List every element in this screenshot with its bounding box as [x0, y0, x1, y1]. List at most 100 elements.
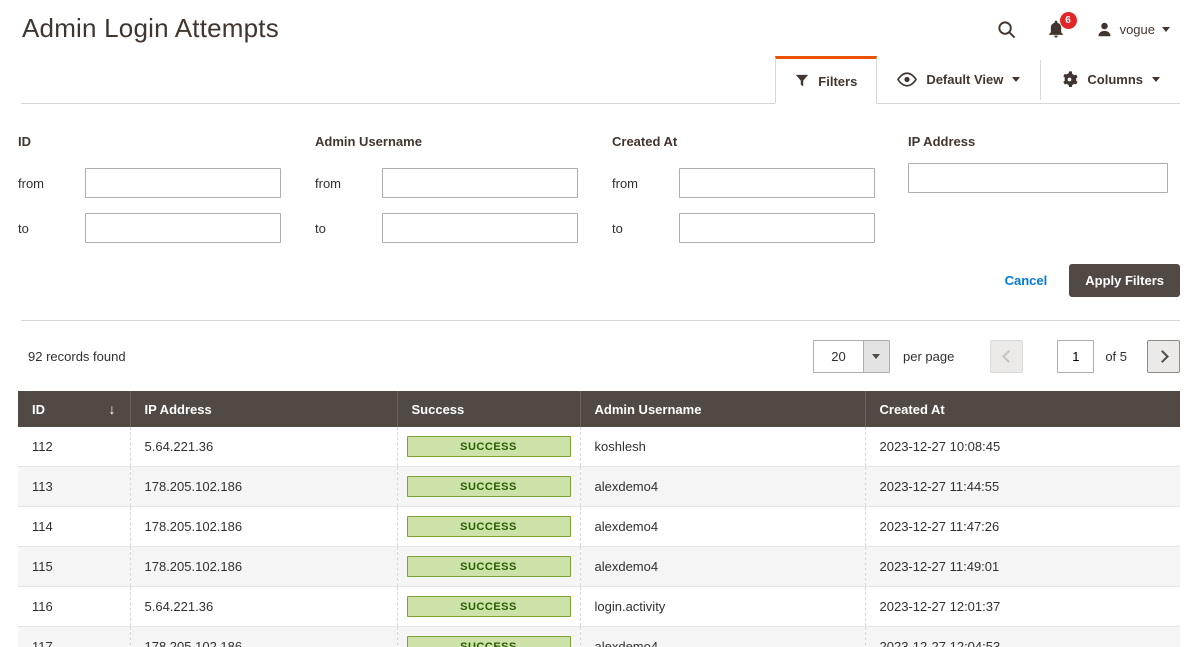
filters-tab-label: Filters [818, 74, 857, 89]
tab-filters[interactable]: Filters [775, 56, 877, 104]
status-badge: SUCCESS [407, 556, 571, 577]
id-to-input[interactable] [85, 213, 281, 243]
status-badge: SUCCESS [407, 516, 571, 537]
filter-actions: Cancel Apply Filters [20, 264, 1180, 297]
header-actions: 6 vogue [997, 19, 1170, 39]
default-view-label: Default View [926, 72, 1003, 87]
table-row[interactable]: 113178.205.102.186SUCCESSalexdemo42023-1… [18, 467, 1180, 507]
cell-ip-address: 5.64.221.36 [130, 587, 397, 627]
chevron-left-icon [1002, 350, 1015, 363]
status-badge: SUCCESS [407, 476, 571, 497]
cell-created-at: 2023-12-27 10:08:45 [865, 427, 1180, 467]
records-found-count: 92 records found [28, 349, 126, 364]
page-title: Admin Login Attempts [22, 13, 279, 44]
from-label: from [315, 176, 382, 191]
table-row[interactable]: 1165.64.221.36 SUCCESS login.activity2023-… [18, 587, 1180, 627]
login-attempts-table: ID ↓ IP AddressSuccessAdmin UsernameCreate… [18, 391, 1180, 647]
cell-created-at: 2023-12-27 12:01:37 [865, 587, 1180, 627]
chevron-down-icon [1152, 77, 1160, 82]
page-size-select[interactable]: 20 [813, 340, 890, 373]
sort-descending-icon: ↓ [109, 401, 116, 417]
select-arrow [863, 341, 889, 372]
admin-username-to-input[interactable] [382, 213, 578, 243]
chevron-down-icon [1162, 27, 1170, 32]
ip-address-input[interactable] [908, 163, 1168, 193]
cell-admin-username: login.activity [580, 587, 865, 627]
cell-success: SUCCESS [397, 507, 580, 547]
cell-admin-username: alexdemo4 [580, 627, 865, 647]
cell-created-at: 2023-12-27 11:44:55 [865, 467, 1180, 507]
cell-ip-address: 178.205.102.186 [130, 467, 397, 507]
columns-dropdown[interactable]: Columns [1041, 56, 1180, 103]
cell-admin-username: alexdemo4 [580, 507, 865, 547]
next-page-button[interactable] [1147, 340, 1180, 373]
table-header-row: ID ↓ IP AddressSuccessAdmin UsernameCreate… [18, 391, 1180, 427]
filter-label-admin-username: Admin Username [315, 134, 578, 149]
cell-created-at: 2023-12-27 11:47:26 [865, 507, 1180, 547]
column-header-success[interactable]: Success [397, 391, 580, 427]
notifications-bell-icon[interactable]: 6 [1046, 19, 1066, 39]
notification-count-badge: 6 [1060, 12, 1077, 29]
filter-label-id: ID [18, 134, 281, 149]
cell-admin-username: koshlesh [580, 427, 865, 467]
table-row[interactable]: 114178.205.102.186 SUCCESS alexdemo42023-1… [18, 507, 1180, 547]
current-page-input[interactable] [1057, 340, 1094, 373]
admin-username-from-input[interactable] [382, 168, 578, 198]
column-header-id[interactable]: ID ↓ [18, 391, 130, 427]
cell-ip-address: 178.205.102.186 [130, 627, 397, 647]
created-at-to-input[interactable] [679, 213, 875, 243]
filter-group-admin-username: Admin Username from to [315, 134, 612, 243]
grid-toolbar: Filters Default View Columns [21, 56, 1180, 104]
apply-filters-button[interactable]: Apply Filters [1069, 264, 1180, 297]
cell-id: 115 [18, 547, 130, 587]
search-icon[interactable] [997, 20, 1016, 39]
cell-id: 114 [18, 507, 130, 547]
column-header-ip-address[interactable]: IP Address [130, 391, 397, 427]
created-at-from-input[interactable] [679, 168, 875, 198]
column-header-label: ID [32, 402, 45, 417]
from-label: from [18, 176, 85, 191]
cell-success: SUCCESS [397, 427, 580, 467]
page-header: Admin Login Attempts 6 vogue [0, 0, 1200, 56]
cell-success: SUCCESS [397, 587, 580, 627]
table-row[interactable]: 1125.64.221.36SUCCESSkoshlesh2023-12-27 … [18, 427, 1180, 467]
table-row[interactable]: 117178.205.102.186SUCCESSalexdemo42023-1… [18, 627, 1180, 647]
filter-group-ip-address: IP Address [908, 134, 1180, 243]
table-row[interactable]: 115178.205.102.186SUCCESSalexdemo42023-1… [18, 547, 1180, 587]
id-from-input[interactable] [85, 168, 281, 198]
gear-icon [1061, 71, 1078, 88]
status-badge: SUCCESS [407, 636, 571, 647]
cell-success: SUCCESS [397, 547, 580, 587]
user-icon [1096, 21, 1113, 38]
cell-id: 113 [18, 467, 130, 507]
user-name: vogue [1120, 22, 1155, 37]
per-page-label: per page [903, 349, 954, 364]
cell-ip-address: 5.64.221.36 [130, 427, 397, 467]
eye-icon [897, 72, 917, 87]
table-body: 1125.64.221.36SUCCESSkoshlesh2023-12-27 … [18, 427, 1180, 647]
cell-ip-address: 178.205.102.186 [130, 507, 397, 547]
to-label: to [18, 221, 85, 236]
previous-page-button[interactable] [990, 340, 1023, 373]
status-badge: SUCCESS [407, 596, 571, 617]
cell-id: 116 [18, 587, 130, 627]
column-header-admin-username[interactable]: Admin Username [580, 391, 865, 427]
cell-success: SUCCESS [397, 467, 580, 507]
chevron-down-icon [1012, 77, 1020, 82]
status-badge: SUCCESS [407, 436, 571, 457]
column-header-created-at[interactable]: Created At [865, 391, 1180, 427]
records-bar: 92 records found 20 per page of 5 [0, 321, 1200, 391]
to-label: to [612, 221, 679, 236]
cancel-button[interactable]: Cancel [1005, 273, 1048, 288]
filter-group-created-at: Created At from to [612, 134, 908, 243]
chevron-down-icon [872, 354, 880, 359]
user-menu[interactable]: vogue [1096, 21, 1170, 38]
filter-group-id: ID from to [18, 134, 315, 243]
cell-admin-username: alexdemo4 [580, 547, 865, 587]
filter-label-created-at: Created At [612, 134, 875, 149]
default-view-dropdown[interactable]: Default View [877, 56, 1040, 103]
filter-funnel-icon [795, 74, 809, 88]
cell-ip-address: 178.205.102.186 [130, 547, 397, 587]
cell-created-at: 2023-12-27 12:04:53 [865, 627, 1180, 647]
from-label: from [612, 176, 679, 191]
